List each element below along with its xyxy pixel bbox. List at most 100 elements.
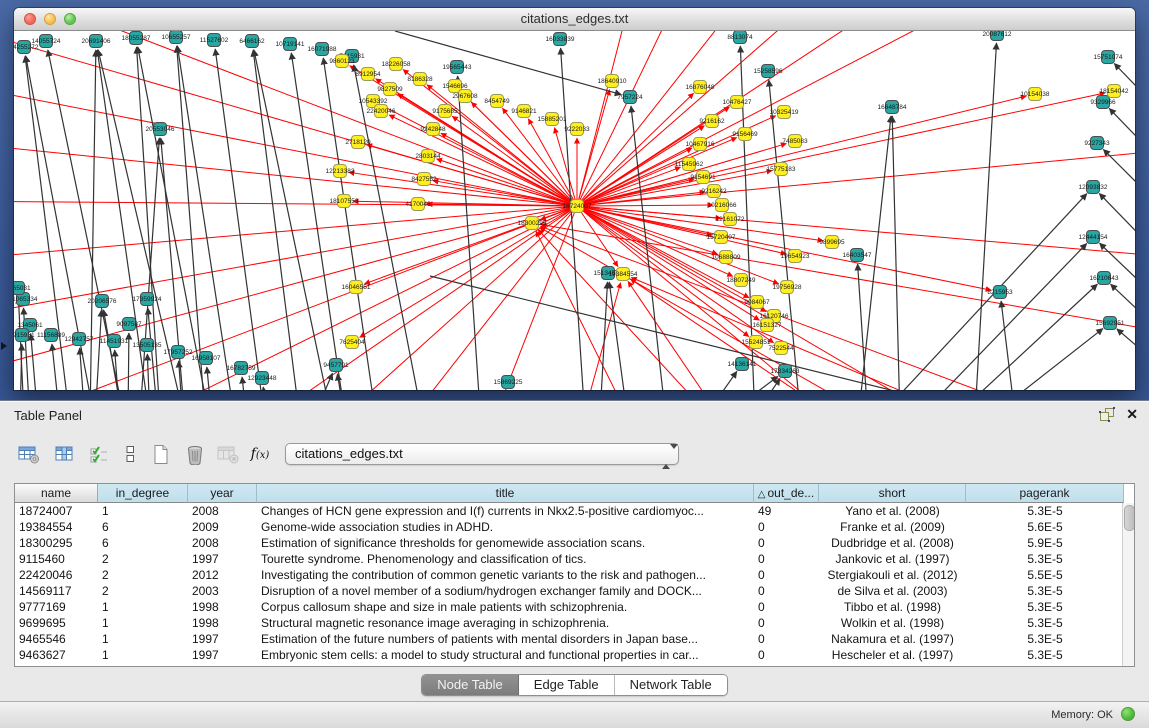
table-cell: 6: [98, 519, 188, 535]
graph-node-label: 9827509: [377, 86, 403, 93]
table-cell: Embryonic stem cells: a model to study s…: [257, 647, 754, 663]
graph-node-label: 9365031: [14, 285, 31, 292]
column-header-name[interactable]: name: [15, 484, 98, 503]
graph-node-label: 10216066: [708, 202, 737, 209]
citation-edge-red: [40, 206, 577, 390]
graph-node-label: 18640910: [598, 78, 627, 85]
table-cell: de Silva et al. (2003): [819, 583, 966, 599]
table-selector-dropdown[interactable]: citations_edges.txt: [285, 443, 679, 465]
table-cell: 5.6E-5: [966, 519, 1124, 535]
table-mode-icon[interactable]: [16, 441, 42, 467]
table-cell: 0: [754, 599, 819, 615]
network-graph-svg[interactable]: 1425527214055724206914061805528710655257…: [14, 31, 1135, 390]
column-header-title[interactable]: title: [257, 484, 754, 503]
table-cell: 2008: [188, 503, 257, 519]
table-cell: 2003: [188, 583, 257, 599]
graph-node-label: 16046551: [342, 284, 371, 291]
rows-icon[interactable]: [117, 441, 143, 467]
table-cell: 5.3E-5: [966, 631, 1124, 647]
graph-node-label: 9154691: [690, 174, 716, 181]
show-column-icon[interactable]: [52, 441, 78, 467]
tab-edge-table[interactable]: Edge Table: [519, 675, 615, 695]
table-cell: 0: [754, 519, 819, 535]
graph-node-label: 16151327: [753, 322, 782, 329]
function-builder-icon[interactable]: f(x): [247, 441, 273, 467]
table-cell: 1: [98, 631, 188, 647]
network-canvas[interactable]: 1425527214055724206914061805528710655257…: [14, 31, 1135, 390]
column-header-in_degree[interactable]: in_degree: [98, 484, 188, 503]
column-header-short[interactable]: short: [819, 484, 966, 503]
delete-table-icon[interactable]: [215, 441, 241, 467]
graph-node-label: 7957224: [617, 94, 643, 101]
table-cell: Genome-wide association studies in ADHD.: [257, 519, 754, 535]
table-cell: Franke et al. (2009): [819, 519, 966, 535]
graph-node-label: 8215953: [987, 289, 1013, 296]
citation-edge-red: [577, 205, 713, 206]
graph-node-label: 12213383: [326, 168, 355, 175]
table-cell: 0: [754, 551, 819, 567]
graph-node-label: 10325419: [770, 109, 799, 116]
table-mode-tabs: Node TableEdge TableNetwork Table: [0, 674, 1149, 696]
tab-node-table[interactable]: Node Table: [422, 675, 519, 695]
table-scrollbar-thumb[interactable]: [1124, 505, 1135, 531]
table-row[interactable]: 1938455462009Genome-wide association stu…: [15, 519, 1134, 535]
column-header-pagerank[interactable]: pagerank: [966, 484, 1124, 503]
graph-node-label: 12444154: [1079, 234, 1108, 241]
table-row[interactable]: 1830029562008Estimation of significance …: [15, 535, 1134, 551]
close-panel-icon[interactable]: ✕: [1126, 406, 1138, 423]
graph-node-label: 9457791: [323, 362, 349, 369]
graph-node-label: 8186328: [407, 76, 433, 83]
table-row[interactable]: 1456911722003Disruption of a novel membe…: [15, 583, 1134, 599]
graph-node-label: 17957252: [164, 349, 193, 356]
graph-node-label: 9216162: [699, 118, 725, 125]
graph-node-label: 8912954: [355, 71, 381, 78]
column-header-out_de[interactable]: △out_de...: [754, 484, 819, 503]
graph-node-label: 7522544: [768, 345, 794, 352]
table-cell: Hescheler et al. (1997): [819, 647, 966, 663]
table-cell: 5.3E-5: [966, 615, 1124, 631]
table-panel: Table Panel ✕: [0, 400, 1149, 728]
float-window-icon[interactable]: [1099, 407, 1115, 422]
graph-node-label: 22420046: [367, 108, 396, 115]
graph-node-label: 18807249: [727, 277, 756, 284]
column-header-year[interactable]: year: [188, 484, 257, 503]
table-row[interactable]: 2242004622012Investigating the contribut…: [15, 567, 1134, 583]
citation-edge-red: [577, 151, 1135, 206]
table-cell: 22420046: [15, 567, 98, 583]
table-cell: Stergiakouli et al. (2012): [819, 567, 966, 583]
graph-node-label: 16958107: [192, 355, 221, 362]
table-row[interactable]: 946554611997Estimation of the future num…: [15, 631, 1134, 647]
graph-node-label: 12923448: [248, 375, 277, 382]
graph-node-label: 16782759: [227, 365, 256, 372]
new-column-icon[interactable]: [148, 441, 174, 467]
graph-node-label: 13505135: [133, 342, 162, 349]
table-cell: 6: [98, 535, 188, 551]
graph-node-label: 9860123: [329, 58, 355, 65]
control-panel-collapse-arrow[interactable]: [1, 342, 7, 350]
graph-node-label: 16210643: [1090, 275, 1119, 282]
table-row[interactable]: 969969511998Structural magnetic resonanc…: [15, 615, 1134, 631]
graph-node-label: 19654923: [781, 253, 810, 260]
memory-status-indicator[interactable]: [1121, 707, 1135, 721]
graph-node-label: 2967608: [452, 93, 478, 100]
table-cell: Structural magnetic resonance image aver…: [257, 615, 754, 631]
table-cell: 1998: [188, 615, 257, 631]
network-window-title: citations_edges.txt: [14, 11, 1135, 26]
table-cell: 5.3E-5: [966, 503, 1124, 519]
graph-node-label: 14136141: [728, 361, 757, 368]
table-row[interactable]: 977716911998Corpus callosum shape and si…: [15, 599, 1134, 615]
table-scrollbar[interactable]: [1122, 503, 1134, 666]
table-cell: 9463627: [15, 647, 98, 663]
graph-node-label: 3915931: [14, 332, 35, 339]
table-cell: 5.3E-5: [966, 583, 1124, 599]
citation-edge: [609, 282, 628, 390]
tab-network-table[interactable]: Network Table: [615, 675, 727, 695]
table-row[interactable]: 946362711997Embryonic stem cells: a mode…: [15, 647, 1134, 663]
table-selector-value: citations_edges.txt: [295, 446, 403, 461]
delete-columns-icon[interactable]: [182, 441, 208, 467]
table-row[interactable]: 911546021997Tourette syndrome. Phenomeno…: [15, 551, 1134, 567]
network-window-titlebar[interactable]: citations_edges.txt: [14, 8, 1135, 31]
table-cell: 9699695: [15, 615, 98, 631]
column-checklist-icon[interactable]: [86, 441, 112, 467]
table-row[interactable]: 1872400712008Changes of HCN gene express…: [15, 503, 1134, 519]
